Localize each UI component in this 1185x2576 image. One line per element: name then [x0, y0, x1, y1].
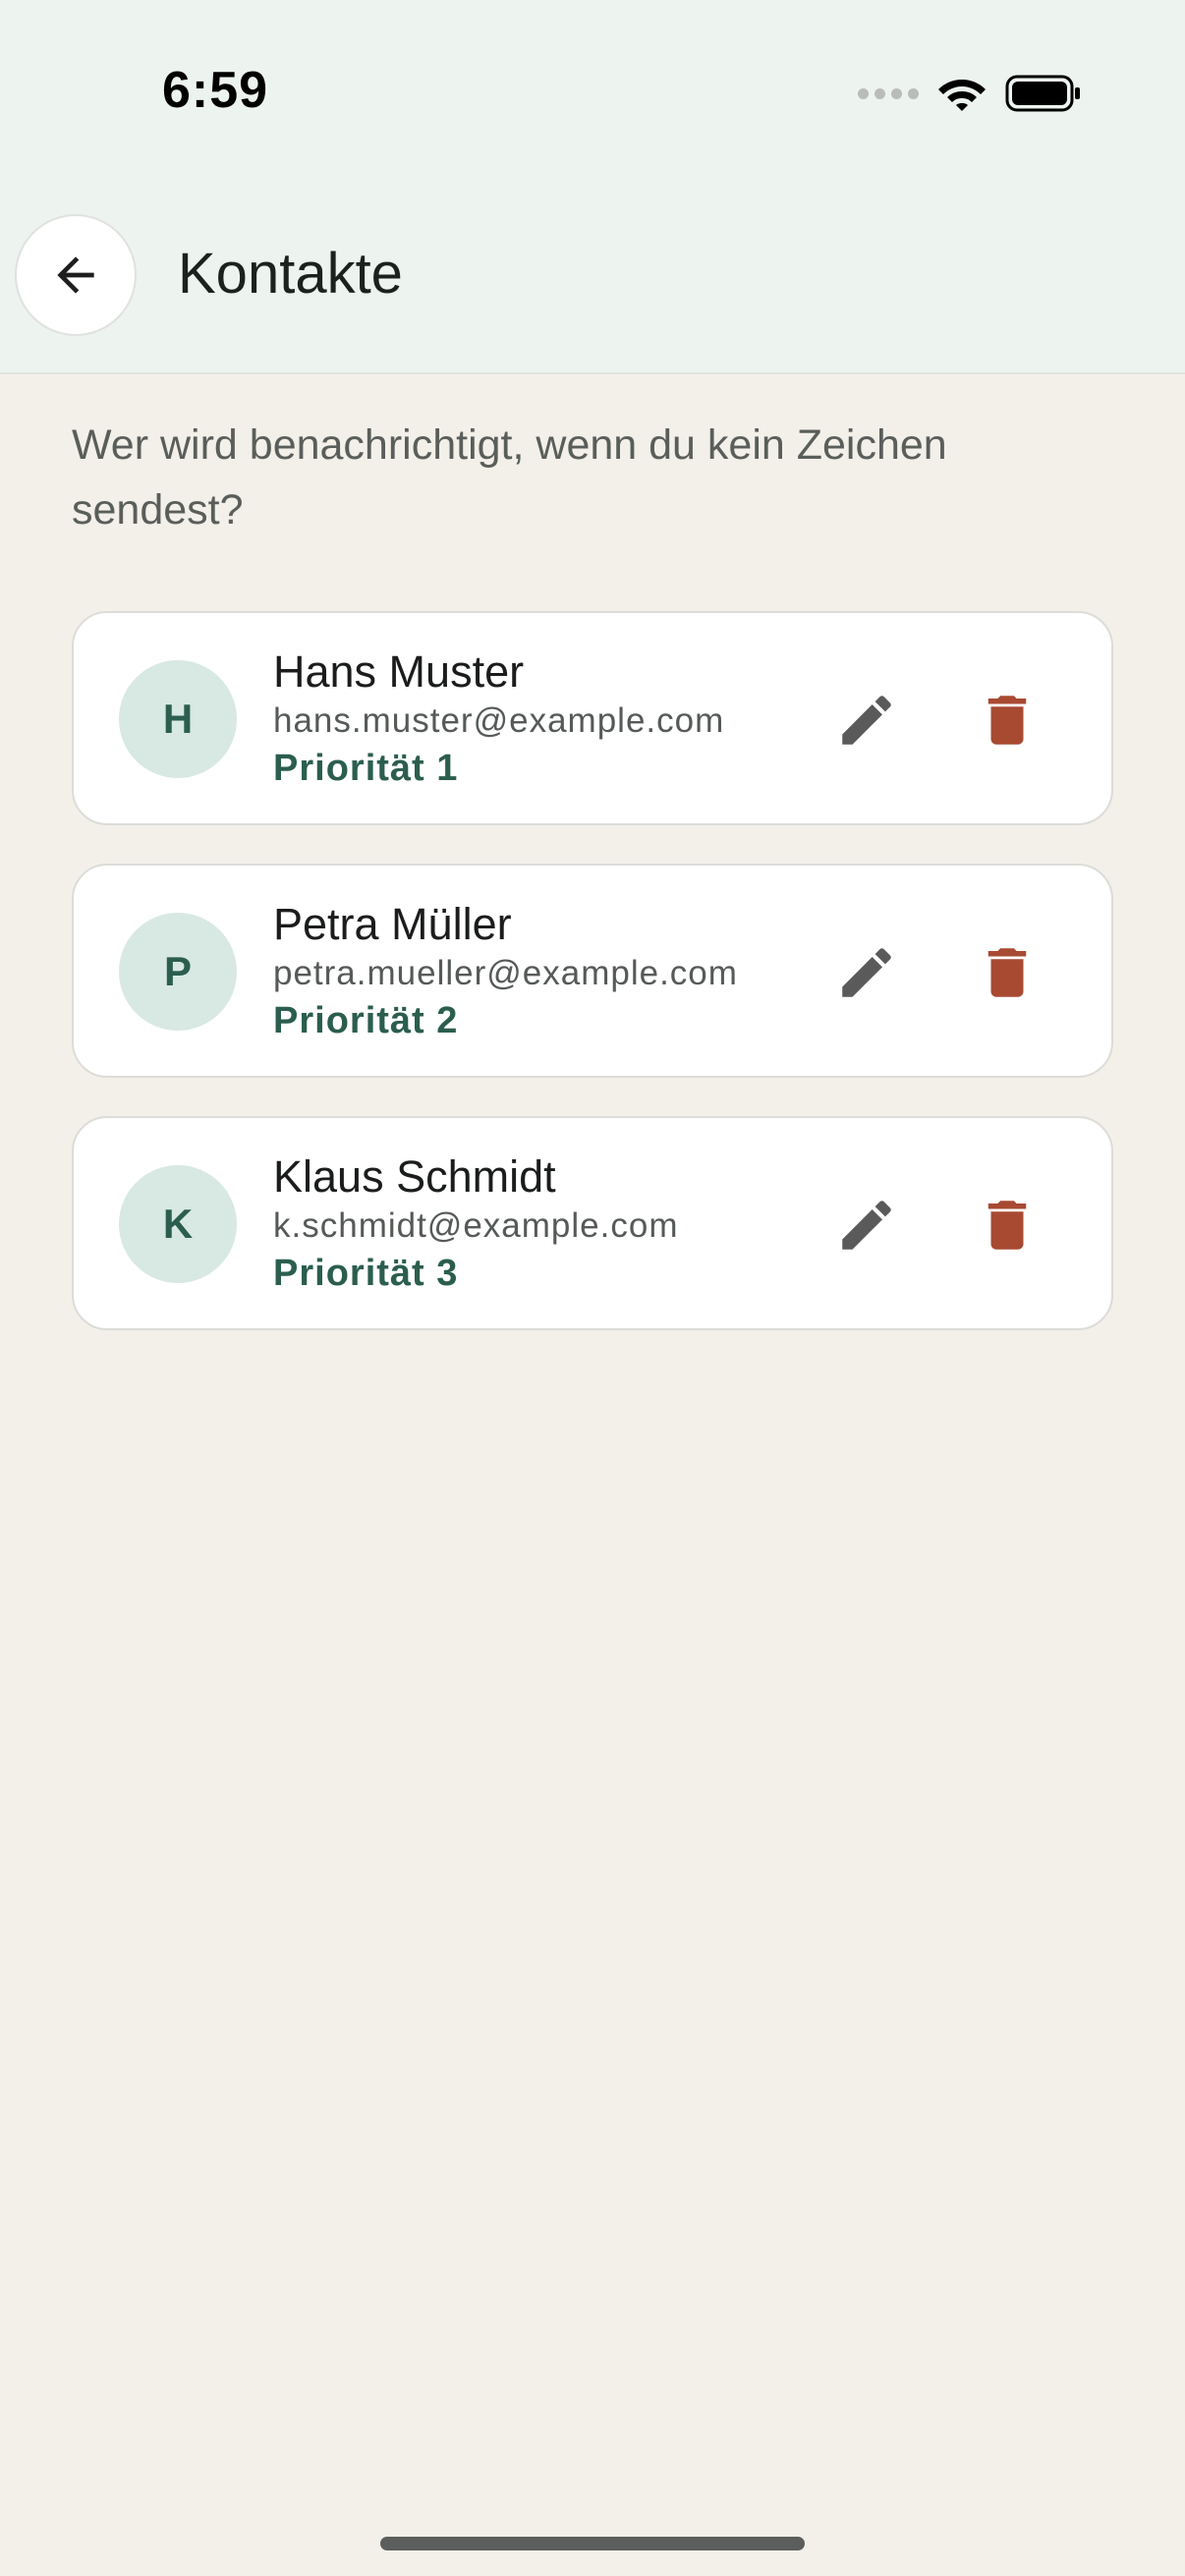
contact-priority: Priorität 3 — [273, 1253, 459, 1294]
avatar: K — [119, 1165, 237, 1283]
pencil-icon — [842, 1201, 891, 1250]
contact-priority: Priorität 1 — [273, 748, 459, 789]
contact-card[interactable]: H Hans Muster hans.muster@example.com Pr… — [72, 611, 1113, 825]
pencil-icon — [842, 948, 891, 997]
trash-icon — [988, 696, 1027, 745]
contact-name: Klaus Schmidt — [273, 1151, 556, 1202]
edit-contact-button[interactable] — [820, 926, 913, 1019]
intro-text: Wer wird benachrichtigt, wenn du kein Ze… — [72, 421, 947, 533]
contact-card[interactable]: P Petra Müller petra.mueller@example.com… — [72, 864, 1113, 1078]
contact-card[interactable]: K Klaus Schmidt k.schmidt@example.com Pr… — [72, 1116, 1113, 1330]
contact-email: k.schmidt@example.com — [273, 1206, 679, 1245]
contact-list: H Hans Muster hans.muster@example.com Pr… — [72, 611, 1113, 1369]
contact-info: Hans Muster hans.muster@example.com Prio… — [273, 646, 724, 792]
pencil-icon — [842, 696, 891, 745]
back-button[interactable] — [15, 214, 137, 336]
status-time: 6:59 — [162, 62, 269, 119]
wifi-icon — [938, 80, 986, 111]
contact-info: Klaus Schmidt k.schmidt@example.com Prio… — [273, 1151, 678, 1297]
delete-contact-button[interactable] — [961, 1179, 1053, 1271]
page-title: Kontakte — [178, 242, 403, 306]
app-bar: 6:59 Kontakte — [0, 0, 1185, 374]
delete-contact-button[interactable] — [961, 674, 1053, 766]
contact-info: Petra Müller petra.mueller@example.com P… — [273, 899, 738, 1044]
home-indicator[interactable] — [380, 2537, 805, 2550]
trash-icon — [988, 1201, 1027, 1250]
trash-icon — [988, 948, 1027, 997]
avatar: P — [119, 913, 237, 1031]
contact-name: Petra Müller — [273, 899, 512, 949]
contact-email: hans.muster@example.com — [273, 701, 725, 740]
avatar: H — [119, 660, 237, 778]
status-icons — [858, 69, 1082, 118]
arrow-left-icon — [57, 256, 94, 294]
edit-contact-button[interactable] — [820, 674, 913, 766]
battery-icon — [1005, 75, 1080, 112]
contact-name: Hans Muster — [273, 646, 525, 697]
cellular-signal-icon — [858, 87, 919, 99]
edit-contact-button[interactable] — [820, 1179, 913, 1271]
contact-priority: Priorität 2 — [273, 1000, 459, 1041]
contact-email: petra.mueller@example.com — [273, 954, 738, 992]
delete-contact-button[interactable] — [961, 926, 1053, 1019]
